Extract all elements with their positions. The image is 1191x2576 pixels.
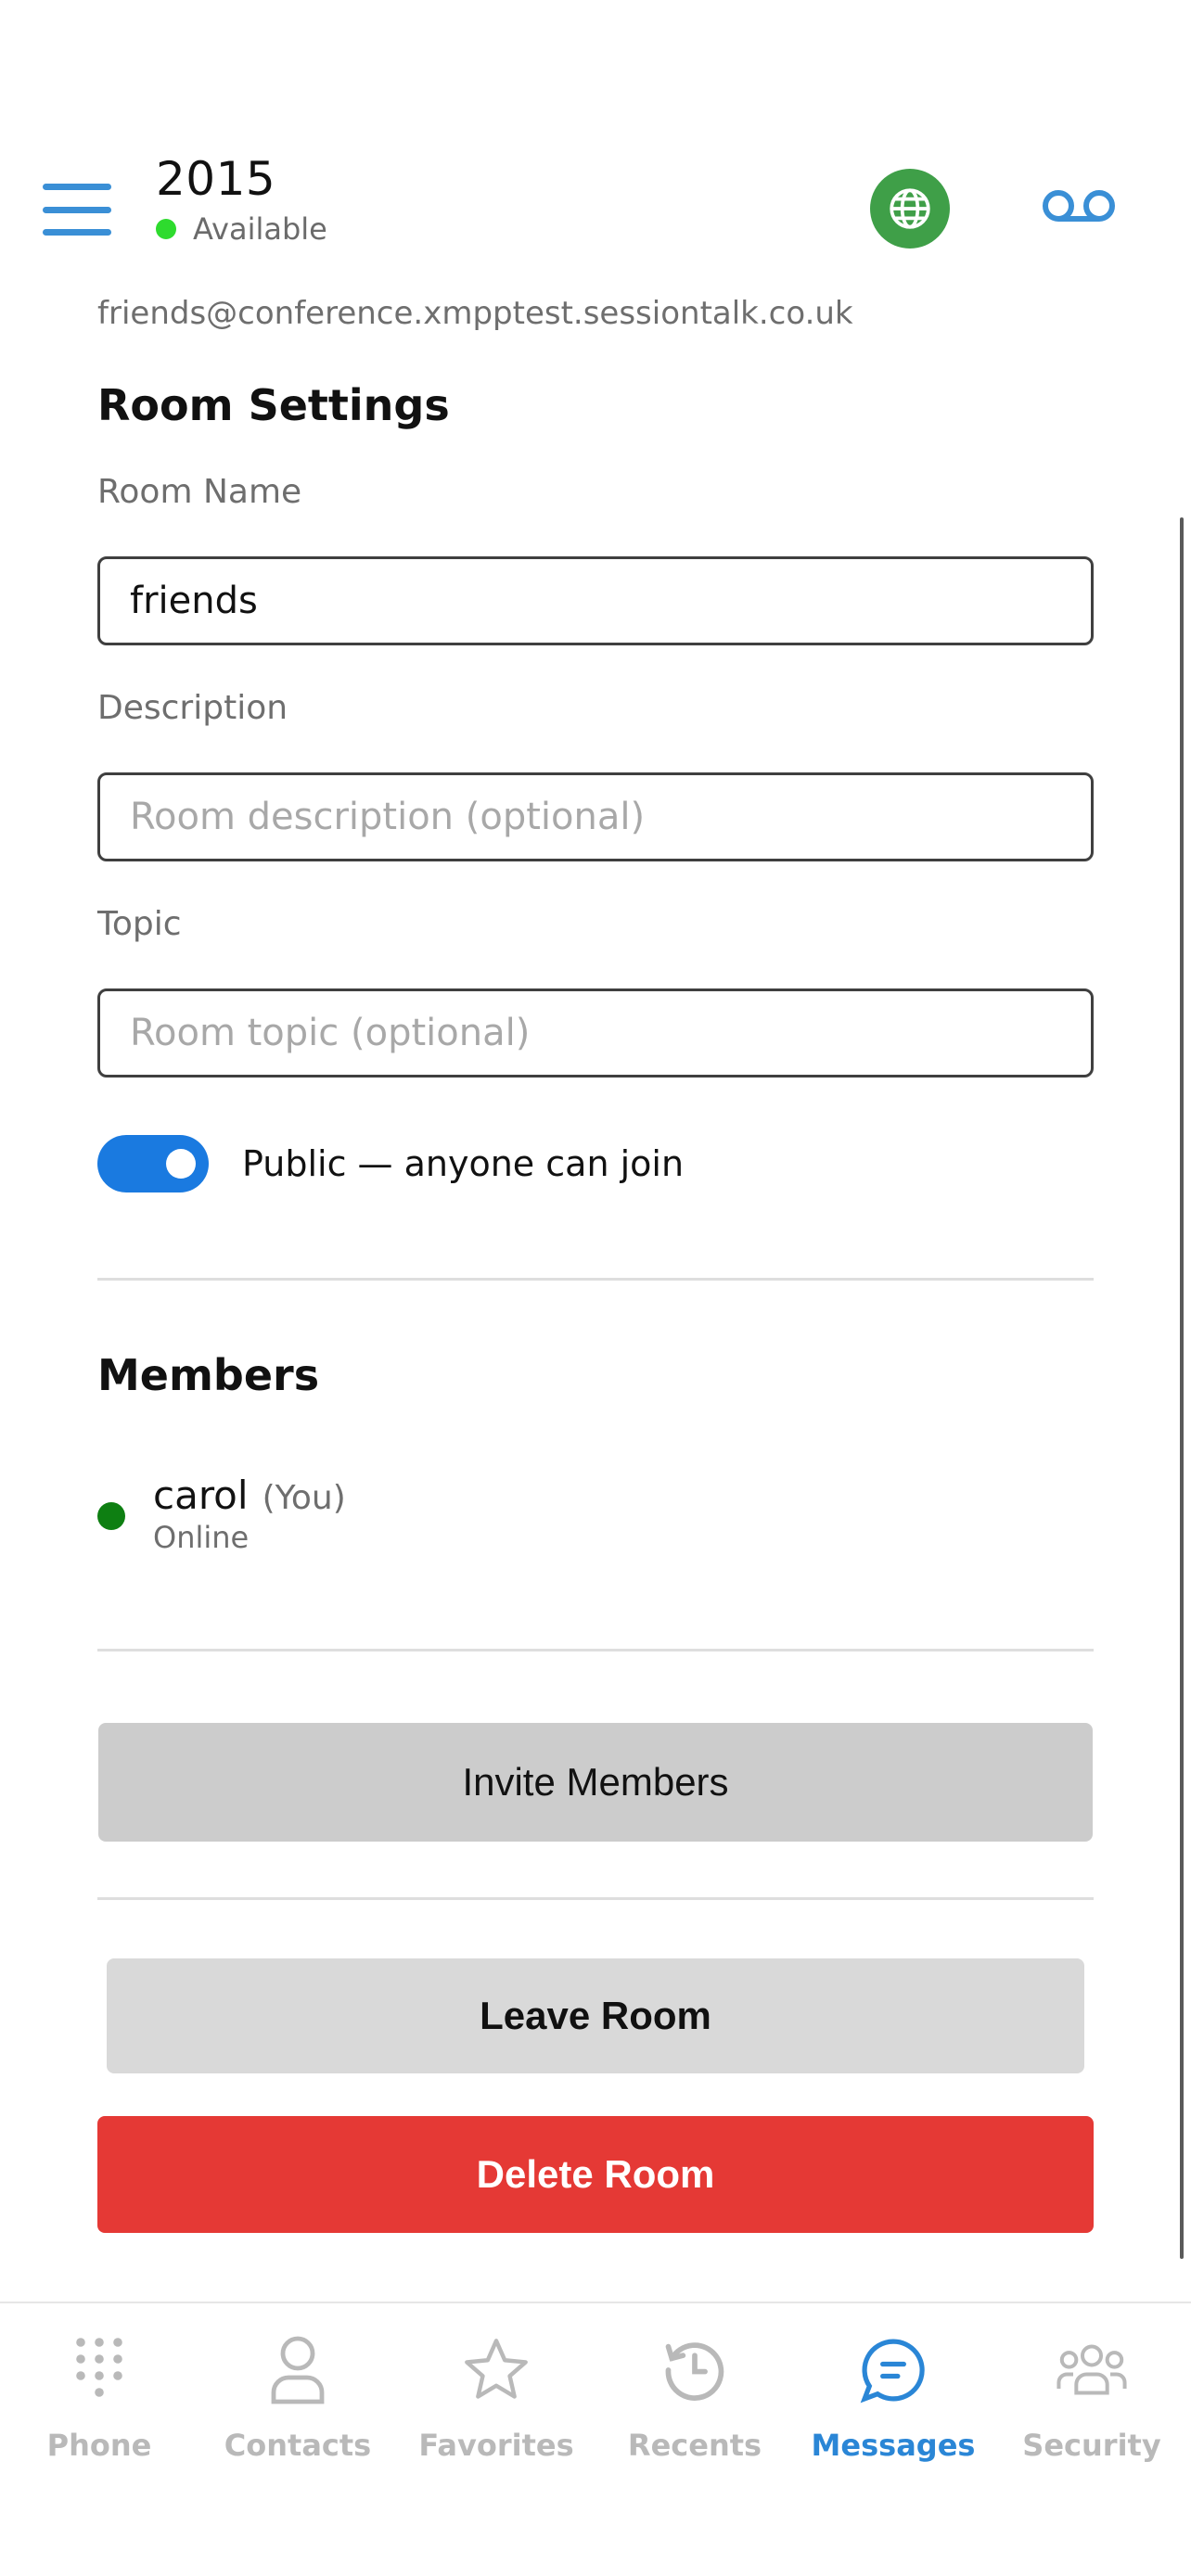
presence-status[interactable]: Available <box>156 211 327 247</box>
tab-messages[interactable]: Messages <box>794 2303 992 2468</box>
history-icon <box>656 2331 734 2409</box>
dialpad-icon <box>60 2331 138 2409</box>
tab-contacts[interactable]: Contacts <box>198 2303 397 2468</box>
members-title: Members <box>97 1350 320 1400</box>
star-icon <box>457 2331 535 2409</box>
room-jid: friends@conference.xmpptest.sessiontalk.… <box>97 295 853 332</box>
account-info[interactable]: 2015 Available <box>156 152 327 247</box>
room-settings-title: Room Settings <box>97 380 450 430</box>
leave-room-button[interactable]: Leave Room <box>107 1958 1084 2073</box>
public-toggle[interactable] <box>97 1135 209 1192</box>
tab-label: Phone <box>46 2428 152 2463</box>
description-placeholder: Room description (optional) <box>130 796 646 838</box>
tab-label: Security <box>1022 2428 1161 2463</box>
delete-room-button[interactable]: Delete Room <box>97 2116 1094 2233</box>
topic-input[interactable]: Room topic (optional) <box>97 988 1094 1078</box>
tab-phone[interactable]: Phone <box>0 2303 198 2468</box>
tab-label: Contacts <box>224 2428 372 2463</box>
tab-label: Favorites <box>418 2428 574 2463</box>
online-status-icon <box>97 1502 125 1530</box>
tab-security[interactable]: Security <box>992 2303 1191 2468</box>
presence-label: Available <box>193 211 327 247</box>
divider <box>97 1278 1094 1281</box>
toggle-knob <box>166 1149 196 1179</box>
account-name: 2015 <box>156 152 276 206</box>
divider <box>97 1897 1094 1900</box>
divider <box>97 1649 1094 1651</box>
member-name: carol <box>153 1473 249 1518</box>
member-status: Online <box>153 1520 250 1555</box>
topic-placeholder: Room topic (optional) <box>130 1012 531 1054</box>
chat-bubble-icon <box>854 2331 932 2409</box>
hamburger-menu-icon[interactable] <box>43 184 111 236</box>
room-name-input[interactable]: friends <box>97 556 1094 645</box>
tab-label: Messages <box>811 2428 976 2463</box>
person-icon <box>259 2331 337 2409</box>
room-name-value: friends <box>130 580 258 622</box>
bottom-tab-bar: Phone Contacts Favorites Recents Message… <box>0 2302 1191 2468</box>
tab-favorites[interactable]: Favorites <box>397 2303 596 2468</box>
voicemail-icon <box>1043 190 1115 222</box>
public-toggle-row: Public — anyone can join <box>97 1135 684 1192</box>
tab-label: Recents <box>627 2428 762 2463</box>
voicemail-button[interactable] <box>1037 178 1121 234</box>
invite-members-button[interactable]: Invite Members <box>98 1723 1093 1842</box>
scrollbar[interactable] <box>1180 517 1184 2259</box>
member-list-item[interactable]: carol (You) Online <box>97 1473 346 1555</box>
globe-button[interactable] <box>870 169 950 249</box>
public-toggle-label: Public — anyone can join <box>242 1143 685 1184</box>
globe-icon <box>890 188 930 229</box>
description-input[interactable]: Room description (optional) <box>97 772 1094 861</box>
topic-label: Topic <box>97 905 182 943</box>
member-you-tag: (You) <box>262 1479 346 1517</box>
room-name-label: Room Name <box>97 473 302 511</box>
description-label: Description <box>97 689 288 727</box>
top-bar: 2015 Available <box>0 139 1191 278</box>
group-icon <box>1053 2331 1131 2409</box>
tab-recents[interactable]: Recents <box>596 2303 794 2468</box>
presence-dot-icon <box>156 219 176 239</box>
